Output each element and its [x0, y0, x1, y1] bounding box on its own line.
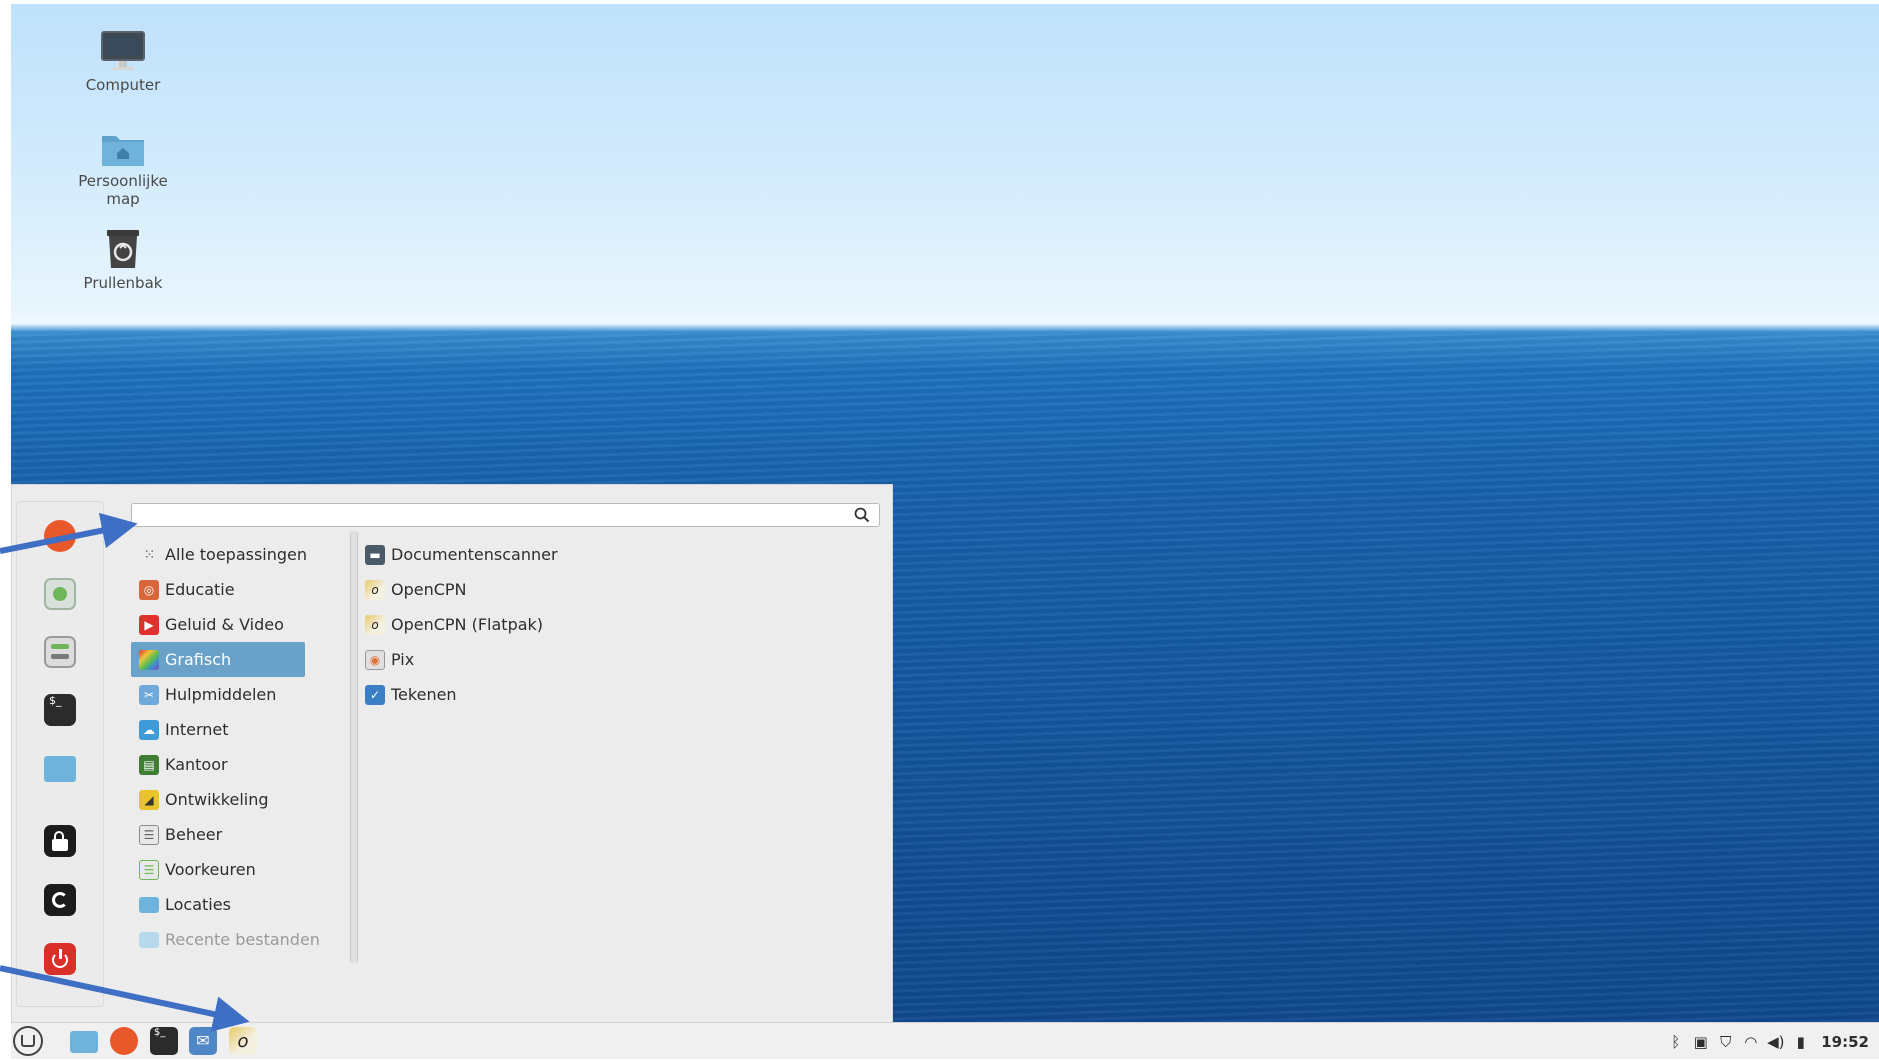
scanner-icon: ▬ — [365, 544, 385, 565]
recent-files-icon — [139, 931, 159, 948]
system-tray: ᛒ ▣ ⛉ ◠ ◀) ▮ 19:52 — [1667, 1023, 1869, 1060]
preferences-icon: ☰ — [139, 859, 159, 880]
category-accessories[interactable]: ✂ Hulpmiddelen — [131, 677, 315, 712]
category-label: Internet — [165, 720, 229, 739]
app-label: Pix — [391, 650, 415, 669]
application-menu: $_ ⁙ Alle toepassingen ◎ Educatie ▶ Gelu… — [11, 484, 893, 1022]
lock-icon[interactable] — [44, 825, 76, 857]
category-list: ⁙ Alle toepassingen ◎ Educatie ▶ Geluid … — [131, 537, 320, 957]
taskbar: $_ ✉ o ᛒ ▣ ⛉ ◠ ◀) ▮ 19:52 — [11, 1022, 1879, 1059]
desktop-icon-label: Computer — [85, 76, 161, 94]
category-label: Ontwikkeling — [165, 790, 269, 809]
wifi-icon[interactable]: ◠ — [1742, 1033, 1759, 1051]
admin-icon: ☰ — [139, 824, 159, 845]
accessories-icon: ✂ — [139, 684, 159, 705]
category-label: Voorkeuren — [165, 860, 256, 879]
opencpn-icon[interactable]: o — [229, 1027, 257, 1055]
media-icon: ▶ — [139, 614, 159, 635]
development-icon: ◢ — [139, 789, 159, 810]
firefox-icon[interactable] — [44, 520, 76, 552]
app-pix[interactable]: ◉ Pix — [357, 642, 757, 677]
category-label: Alle toepassingen — [165, 545, 308, 564]
pix-icon: ◉ — [365, 649, 385, 670]
category-label: Educatie — [165, 580, 235, 599]
trash-icon — [107, 230, 139, 268]
app-tekenen[interactable]: ✓ Tekenen — [357, 677, 757, 712]
category-administration[interactable]: ☰ Beheer — [131, 817, 315, 852]
places-icon — [139, 896, 159, 913]
category-office[interactable]: ▤ Kantoor — [131, 747, 315, 782]
search-field[interactable] — [131, 503, 880, 527]
desktop-icon-label: Persoonlijke map — [78, 172, 168, 208]
category-label: Locaties — [165, 895, 231, 914]
power-manager-icon[interactable]: ▮ — [1792, 1033, 1809, 1051]
category-label: Beheer — [165, 825, 223, 844]
app-label: OpenCPN (Flatpak) — [391, 615, 544, 634]
terminal-icon[interactable]: $_ — [44, 694, 76, 726]
category-preferences[interactable]: ☰ Voorkeuren — [131, 852, 315, 887]
graphics-icon — [139, 649, 159, 670]
office-icon: ▤ — [139, 754, 159, 775]
bluetooth-icon[interactable]: ᛒ — [1667, 1033, 1684, 1051]
category-education[interactable]: ◎ Educatie — [131, 572, 315, 607]
folder-icon[interactable] — [44, 756, 76, 782]
app-opencpn[interactable]: o OpenCPN — [357, 572, 757, 607]
mail-icon[interactable]: ✉ — [189, 1027, 217, 1055]
drawing-icon: ✓ — [365, 684, 385, 705]
opencpn-icon: o — [365, 614, 385, 635]
category-graphics[interactable]: Grafisch — [131, 642, 305, 677]
power-icon[interactable] — [44, 943, 76, 975]
mint-menu-icon[interactable] — [13, 1026, 43, 1056]
category-label: Grafisch — [165, 650, 232, 669]
shield-icon[interactable]: ⛉ — [1717, 1033, 1734, 1051]
internet-icon: ☁ — [139, 719, 159, 740]
favorites-bar: $_ — [16, 501, 104, 1007]
app-label: Tekenen — [391, 685, 457, 704]
grid-icon: ⁙ — [143, 546, 156, 563]
clock[interactable]: 19:52 — [1821, 1033, 1869, 1051]
search-icon[interactable] — [854, 507, 870, 523]
app-documentenscanner[interactable]: ▬ Documentenscanner — [357, 537, 757, 572]
logout-icon[interactable] — [44, 884, 76, 916]
app-label: OpenCPN — [391, 580, 467, 599]
desktop-icon-trash[interactable]: Prullenbak — [69, 228, 177, 292]
opencpn-icon: o — [365, 579, 385, 600]
desktop-icon-computer[interactable]: Computer — [69, 30, 177, 94]
search-input[interactable] — [140, 505, 844, 526]
category-internet[interactable]: ☁ Internet — [131, 712, 315, 747]
education-icon: ◎ — [139, 579, 159, 600]
category-label: Geluid & Video — [165, 615, 284, 634]
category-label: Kantoor — [165, 755, 228, 774]
volume-icon[interactable]: ◀) — [1767, 1033, 1784, 1051]
category-recent-files: Recente bestanden — [131, 922, 320, 957]
app-label: Documentenscanner — [391, 545, 558, 564]
category-label: Hulpmiddelen — [165, 685, 277, 704]
firefox-icon[interactable] — [110, 1027, 138, 1055]
home-folder-icon — [102, 136, 144, 166]
terminal-icon[interactable]: $_ — [150, 1027, 178, 1055]
category-places[interactable]: Locaties — [131, 887, 315, 922]
settings-icon[interactable] — [44, 636, 76, 668]
desktop-icon-home[interactable]: Persoonlijke map — [69, 130, 177, 208]
app-opencpn-flatpak[interactable]: o OpenCPN (Flatpak) — [357, 607, 757, 642]
category-sound-video[interactable]: ▶ Geluid & Video — [131, 607, 315, 642]
monitor-icon — [101, 31, 145, 70]
category-all-applications[interactable]: ⁙ Alle toepassingen — [131, 537, 315, 572]
category-label: Recente bestanden — [165, 930, 320, 949]
files-icon[interactable] — [70, 1031, 98, 1053]
clipboard-icon[interactable]: ▣ — [1692, 1033, 1709, 1051]
category-development[interactable]: ◢ Ontwikkeling — [131, 782, 315, 817]
desktop-icon-label: Prullenbak — [83, 274, 163, 292]
software-manager-icon[interactable] — [44, 578, 76, 610]
application-list: ▬ Documentenscanner o OpenCPN o OpenCPN … — [357, 537, 757, 712]
